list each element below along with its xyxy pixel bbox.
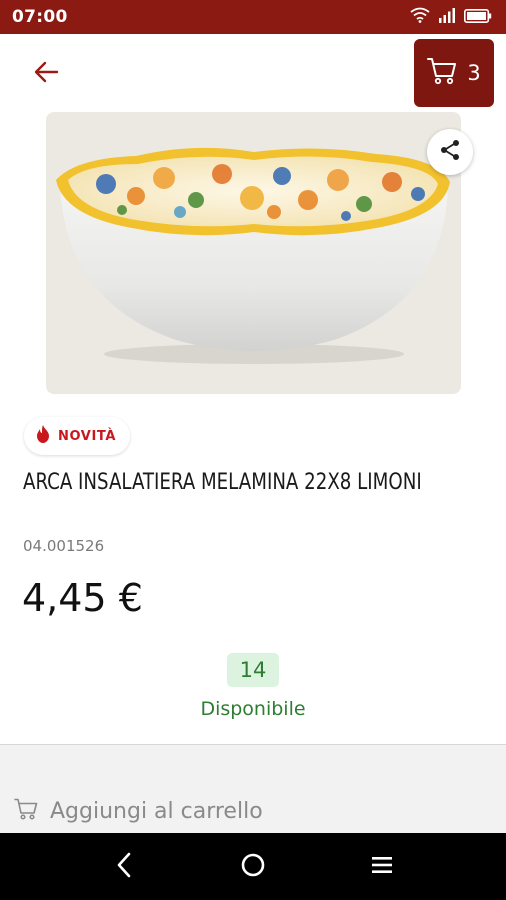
status-bar: 07:00 bbox=[0, 0, 506, 34]
cart-outline-icon bbox=[14, 798, 38, 824]
stock-status: Disponibile bbox=[200, 698, 306, 720]
nav-home-button[interactable] bbox=[223, 842, 283, 892]
signal-icon bbox=[438, 7, 456, 27]
nav-back-button[interactable] bbox=[94, 842, 154, 892]
product-price: 4,45 € bbox=[22, 576, 143, 620]
new-badge: NOVITÀ bbox=[24, 417, 130, 455]
battery-icon bbox=[464, 8, 492, 27]
cart-icon bbox=[427, 57, 457, 89]
menu-nav-icon bbox=[371, 854, 393, 880]
product-title: ARCA INSALATIERA MELAMINA 22X8 LIMONI bbox=[23, 470, 422, 495]
add-to-cart-label: Aggiungi al carrello bbox=[50, 798, 263, 824]
status-time: 07:00 bbox=[12, 7, 68, 27]
share-button[interactable] bbox=[427, 129, 473, 175]
navigation-bar bbox=[0, 833, 506, 900]
add-to-cart-button[interactable]: Aggiungi al carrello bbox=[14, 793, 263, 829]
bowl-image bbox=[56, 147, 450, 364]
wifi-icon bbox=[410, 7, 430, 27]
badge-label: NOVITÀ bbox=[58, 428, 116, 444]
nav-menu-button[interactable] bbox=[352, 842, 412, 892]
back-nav-icon bbox=[116, 852, 132, 882]
status-icons bbox=[410, 7, 492, 27]
home-nav-icon bbox=[240, 852, 266, 882]
back-button[interactable] bbox=[26, 54, 66, 94]
arrow-left-icon bbox=[33, 61, 59, 87]
flame-icon bbox=[36, 425, 50, 447]
stock-quantity: 14 bbox=[227, 653, 279, 687]
cart-count: 3 bbox=[467, 61, 481, 85]
share-icon bbox=[439, 139, 461, 165]
product-code: 04.001526 bbox=[23, 537, 105, 555]
product-image[interactable] bbox=[46, 112, 461, 394]
cart-button[interactable]: 3 bbox=[414, 39, 494, 107]
